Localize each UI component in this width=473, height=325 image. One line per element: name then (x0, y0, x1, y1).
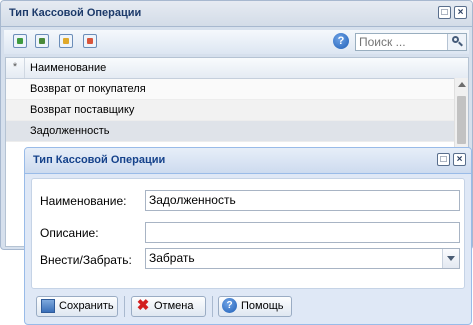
search-input[interactable] (356, 34, 450, 50)
save-button-label: Сохранить (59, 300, 114, 312)
direction-select-value: Забрать (149, 251, 195, 265)
floppy-disk-icon (41, 299, 55, 313)
row-marker-header[interactable]: * (6, 58, 25, 78)
save-button[interactable]: Сохранить (36, 296, 118, 317)
chevron-down-icon (447, 256, 455, 261)
close-icon[interactable]: × (454, 6, 467, 19)
name-field[interactable]: Задолженность (145, 190, 460, 211)
table-row[interactable]: Возврат от покупателя (6, 79, 454, 100)
help-button[interactable]: ? Помощь (218, 296, 292, 317)
cancel-button-label: Отмена (154, 300, 194, 312)
table-row[interactable]: Возврат поставщику (6, 100, 454, 121)
description-label: Описание: (40, 226, 99, 240)
button-separator (212, 296, 213, 317)
row-label: Возврат поставщику (30, 104, 135, 116)
dropdown-trigger[interactable] (442, 249, 459, 268)
name-label: Наименование: (40, 194, 127, 208)
scroll-thumb[interactable] (457, 96, 466, 144)
close-icon[interactable]: × (453, 153, 466, 166)
table-row-selected[interactable]: Задолженность (6, 121, 454, 142)
delete-record-icon[interactable] (83, 34, 97, 48)
maximize-icon[interactable]: □ (438, 6, 451, 19)
search-box[interactable] (355, 33, 467, 51)
list-window-titlebar[interactable]: Тип Кассовой Операции □ × (1, 1, 472, 27)
grid-header: * Наименование (6, 58, 468, 79)
help-icon: ? (222, 298, 237, 313)
row-label: Задолженность (30, 125, 110, 137)
button-separator (124, 296, 125, 317)
add-record-icon[interactable] (13, 34, 27, 48)
name-column-header[interactable]: Наименование (30, 58, 106, 78)
help-button-label: Помощь (241, 300, 284, 312)
maximize-icon[interactable]: □ (437, 153, 450, 166)
row-label: Возврат от покупателя (30, 83, 146, 95)
search-button[interactable] (447, 34, 466, 50)
dialog-title: Тип Кассовой Операции (33, 154, 166, 166)
cash-operation-type-dialog: Тип Кассовой Операции □ × Наименование: … (24, 147, 472, 325)
cancel-icon: ✖ (136, 297, 150, 314)
edit-record-icon[interactable] (35, 34, 49, 48)
description-field[interactable] (145, 222, 460, 243)
name-field-value: Задолженность (149, 193, 236, 207)
help-icon[interactable]: ? (333, 33, 349, 49)
scroll-up-icon[interactable] (458, 82, 466, 87)
dialog-titlebar[interactable]: Тип Кассовой Операции □ × (25, 148, 471, 174)
list-window-title: Тип Кассовой Операции (9, 7, 142, 19)
cancel-button[interactable]: ✖ Отмена (131, 296, 206, 317)
dialog-form: Наименование: Задолженность Описание: Вн… (31, 178, 465, 289)
direction-label: Внести/Забрать: (40, 253, 132, 267)
direction-select[interactable]: Забрать (145, 248, 460, 269)
copy-record-icon[interactable] (59, 34, 73, 48)
